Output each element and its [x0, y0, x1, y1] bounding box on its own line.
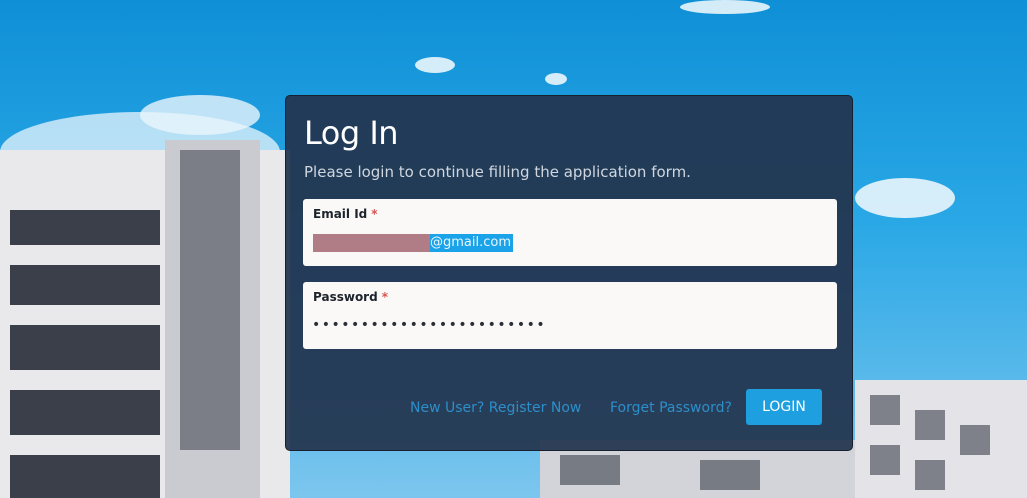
password-label: Password * — [313, 290, 388, 304]
building-window — [10, 265, 160, 305]
email-label-text: Email Id — [313, 207, 368, 221]
building-window — [870, 445, 900, 475]
building-window — [10, 455, 160, 498]
required-marker: * — [371, 207, 378, 221]
building-window — [180, 150, 240, 450]
building-window — [915, 410, 945, 440]
login-subtitle: Please login to continue filling the app… — [304, 163, 691, 181]
required-marker: * — [381, 290, 388, 304]
login-card: Log In Please login to continue filling … — [285, 95, 853, 451]
cloud — [545, 73, 567, 85]
page-title: Log In — [304, 114, 399, 152]
building-window — [10, 390, 160, 435]
building-window — [915, 460, 945, 490]
building-window — [560, 455, 620, 485]
email-value-suffix: @gmail.com — [430, 234, 514, 252]
password-label-text: Password — [313, 290, 378, 304]
login-button[interactable]: LOGIN — [746, 389, 822, 425]
email-input[interactable]: @gmail.com — [313, 234, 514, 252]
password-field[interactable]: Password * •••••••••••••••••••••••• — [303, 282, 837, 349]
building-window — [10, 210, 160, 245]
email-field[interactable]: Email Id * @gmail.com — [303, 199, 837, 266]
cloud — [855, 178, 955, 218]
password-input[interactable]: •••••••••••••••••••••••• — [312, 317, 546, 333]
building-window — [960, 425, 990, 455]
building-window — [700, 460, 760, 490]
cloud — [140, 95, 260, 135]
cloud — [415, 57, 455, 73]
redacted-email-prefix — [313, 234, 430, 252]
cloud — [680, 0, 770, 14]
email-label: Email Id * — [313, 207, 378, 221]
building-window — [870, 395, 900, 425]
register-link[interactable]: New User? Register Now — [410, 400, 581, 416]
forgot-password-link[interactable]: Forget Password? — [610, 400, 732, 416]
building-window — [10, 325, 160, 370]
